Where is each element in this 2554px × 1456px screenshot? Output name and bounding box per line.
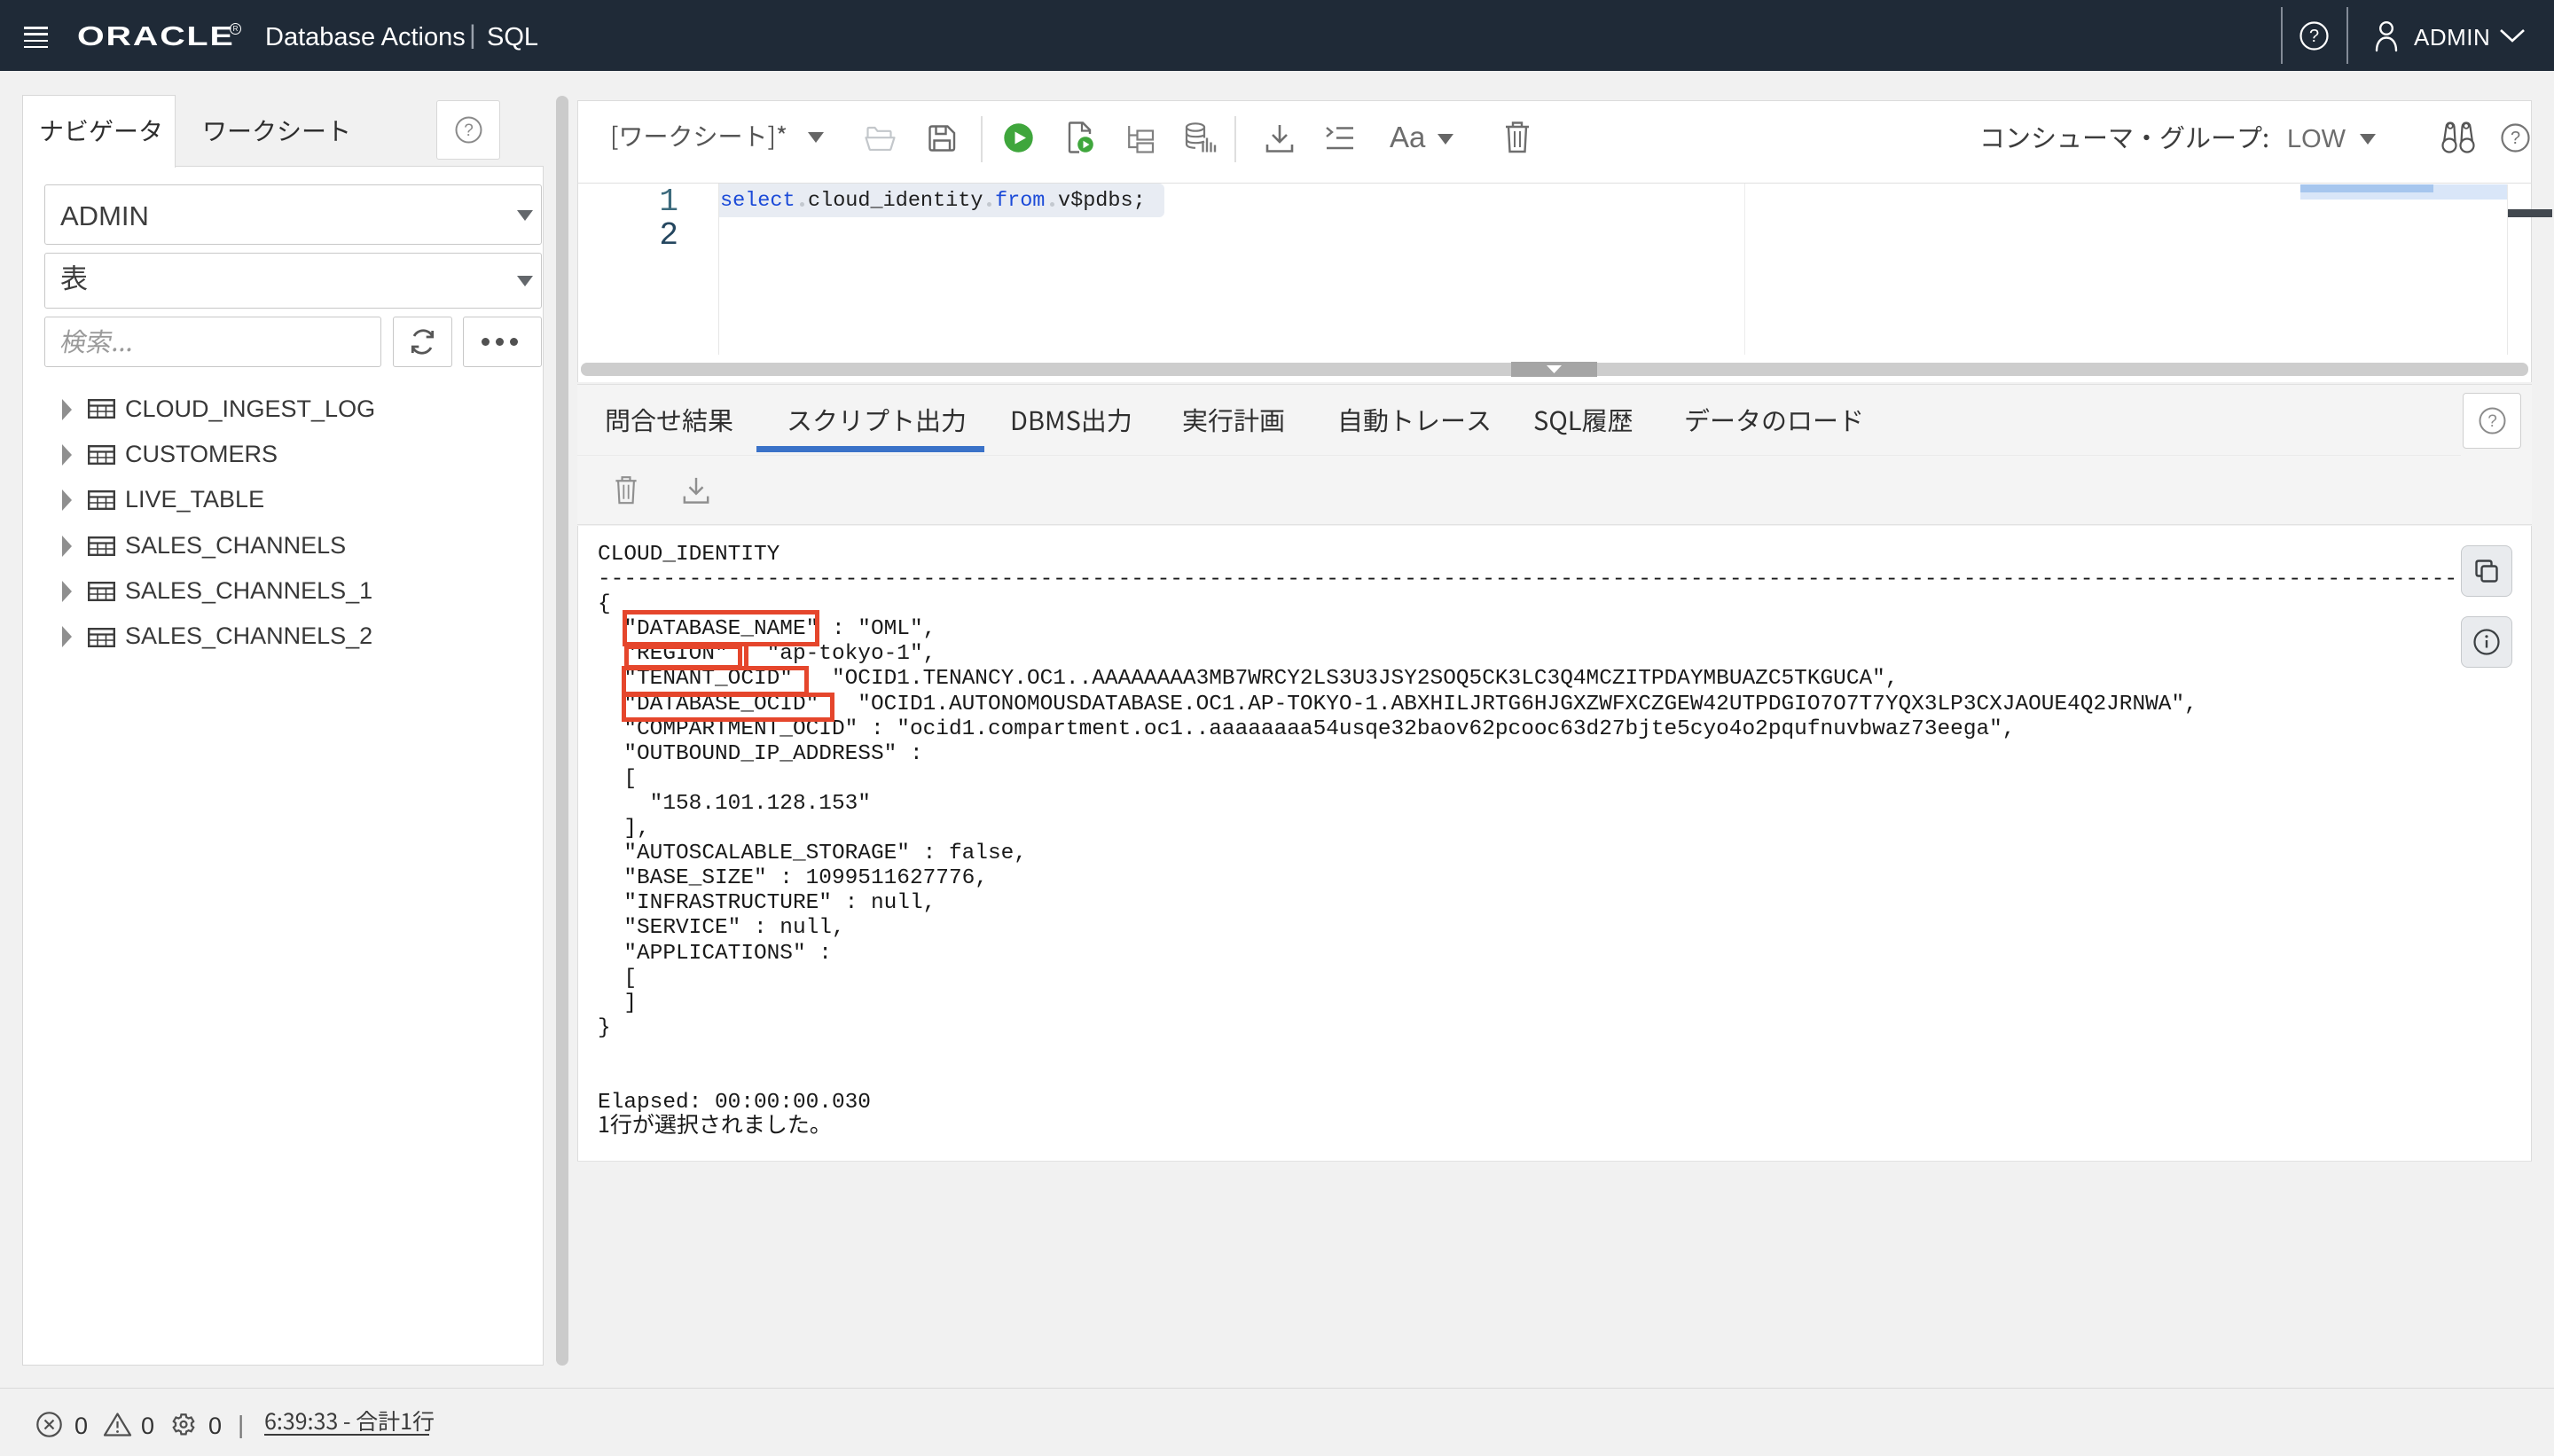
svg-text:?: ?: [2309, 27, 2319, 46]
svg-text:?: ?: [464, 121, 474, 140]
svg-text:?: ?: [2511, 129, 2520, 148]
svg-text:?: ?: [2487, 412, 2497, 431]
